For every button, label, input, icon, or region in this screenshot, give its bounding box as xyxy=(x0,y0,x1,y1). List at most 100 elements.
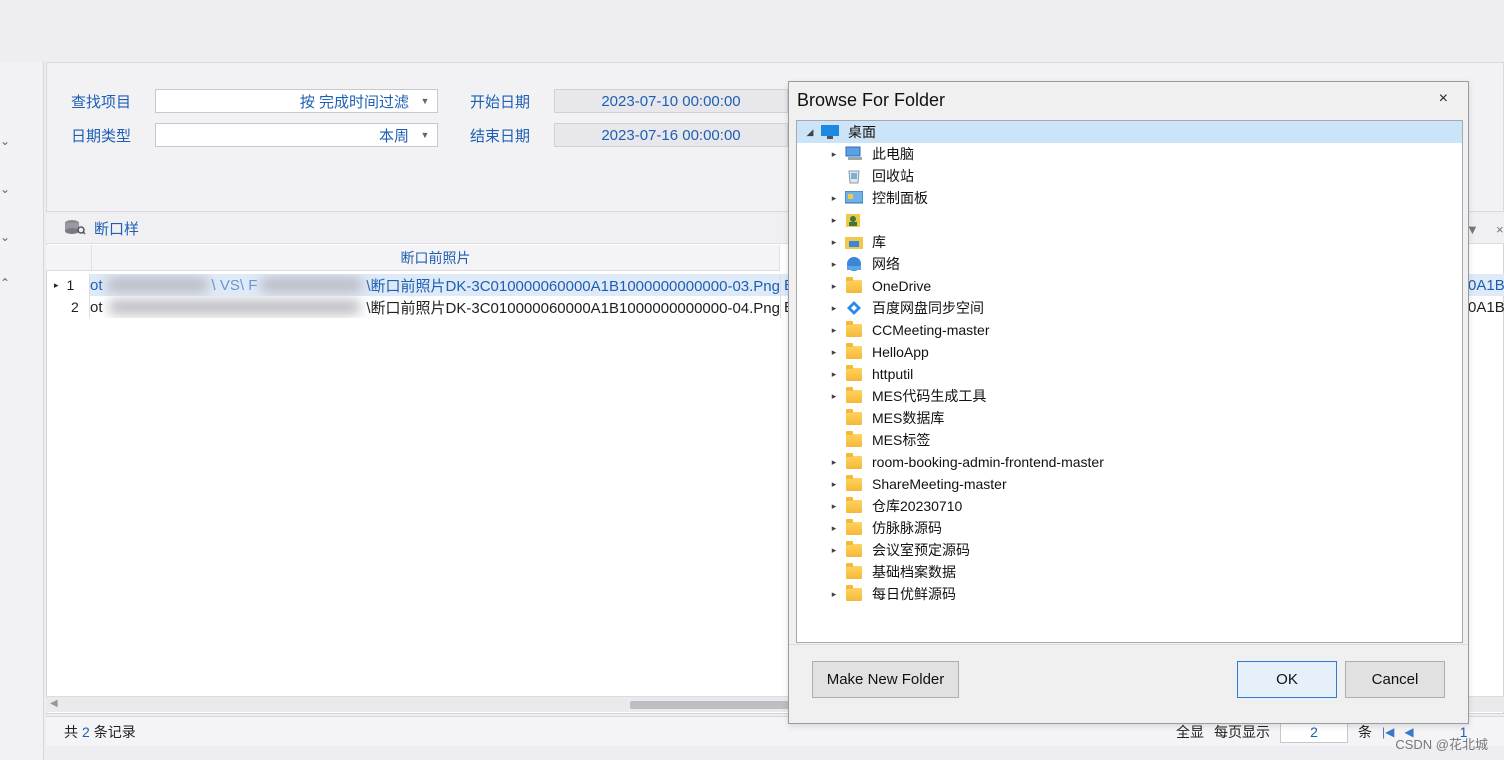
tree-item-label: ShareMeeting-master xyxy=(872,476,1007,492)
folder-icon xyxy=(845,430,863,448)
tree-item[interactable]: ▸ 库 xyxy=(797,231,1462,253)
tree-item[interactable]: ▸ 百度网盘同步空间 xyxy=(797,297,1462,319)
tree-item-label: 回收站 xyxy=(872,168,914,184)
control-panel-icon xyxy=(845,190,863,206)
tree-item[interactable]: ▸ 网络 xyxy=(797,253,1462,275)
tree-item[interactable]: ▸ room-booking-admin-frontend-master xyxy=(797,451,1462,473)
collapsed-chevron-icon[interactable]: ▸ xyxy=(829,303,839,314)
record-suffix: 条记录 xyxy=(93,723,136,740)
collapsed-chevron-icon[interactable]: ▸ xyxy=(829,369,839,380)
folder-icon xyxy=(845,518,863,536)
baidu-netdisk-icon xyxy=(845,300,863,316)
column-header-photo[interactable]: 断口前照片 xyxy=(92,245,780,271)
dialog-title: Browse For Folder xyxy=(797,90,946,110)
cancel-button[interactable]: Cancel xyxy=(1345,661,1445,698)
tree-item[interactable]: 基础档案数据 xyxy=(797,561,1462,583)
collapsed-chevron-icon[interactable]: ▸ xyxy=(829,259,839,270)
tree-item[interactable]: ▸ 仿脉脉源码 xyxy=(797,517,1462,539)
path-start: ot xyxy=(90,276,103,294)
folder-icon xyxy=(845,452,863,470)
tree-item[interactable]: ▸ HelloApp xyxy=(797,341,1462,363)
close-icon[interactable]: × xyxy=(1496,222,1504,237)
end-date-label: 结束日期 xyxy=(470,128,531,145)
scroll-left-icon[interactable]: ◀ xyxy=(50,698,58,709)
tree-item[interactable]: ▸ 会议室预定源码 xyxy=(797,539,1462,561)
tree-item[interactable]: ▸ 每日优鲜源码 xyxy=(797,583,1462,605)
path-mid: \ VS\ F xyxy=(211,276,258,294)
redacted-path xyxy=(108,300,361,314)
row-number: 1 xyxy=(66,277,75,293)
tree-item-label: room-booking-admin-frontend-master xyxy=(872,454,1104,470)
collapsed-chevron-icon[interactable]: ▸ xyxy=(829,479,839,490)
collapsed-chevron-icon[interactable]: ▸ xyxy=(829,325,839,336)
ok-button[interactable]: OK xyxy=(1237,661,1337,698)
desktop-icon xyxy=(821,124,839,140)
tree-item[interactable]: ▸ ShareMeeting-master xyxy=(797,473,1462,495)
collapsed-chevron-icon[interactable]: ▸ xyxy=(829,589,839,600)
collapsed-chevron-icon[interactable]: ▸ xyxy=(829,237,839,248)
folder-icon xyxy=(845,364,863,382)
dialog-separator xyxy=(789,644,1468,645)
collapsed-chevron-icon[interactable]: ▸ xyxy=(829,501,839,512)
collapsed-chevron-icon[interactable]: ▸ xyxy=(829,281,839,292)
next-column-cell: E xyxy=(780,274,788,296)
tree-item[interactable]: ▸ httputil xyxy=(797,363,1462,385)
tree-item-label: 控制面板 xyxy=(872,190,928,206)
tree-item-label: httputil xyxy=(872,366,914,382)
tree-item-label: MES标签 xyxy=(872,432,931,448)
left-nav-strip: ⌄ ⌄ ⌄ ⌃ xyxy=(0,62,44,760)
tree-item[interactable]: MES标签 xyxy=(797,429,1462,451)
collapsed-chevron-icon[interactable]: ▸ xyxy=(829,347,839,358)
database-icon xyxy=(64,219,86,238)
show-all-button[interactable]: 全显 xyxy=(1176,722,1204,742)
tree-item-label: CCMeeting-master xyxy=(872,322,990,338)
scrollbar-thumb[interactable] xyxy=(630,701,800,709)
tree-item-label: 库 xyxy=(872,234,886,250)
start-date-label: 开始日期 xyxy=(470,94,531,111)
make-new-folder-button[interactable]: Make New Folder xyxy=(812,661,959,698)
tree-item[interactable]: MES数据库 xyxy=(797,407,1462,429)
library-icon xyxy=(845,234,863,250)
chevron-down-icon[interactable]: ⌄ xyxy=(0,182,12,196)
tree-item[interactable]: ▸ xyxy=(797,209,1462,231)
collapsed-chevron-icon[interactable]: ▸ xyxy=(829,545,839,556)
tree-item[interactable]: 回收站 xyxy=(797,165,1462,187)
end-date-field[interactable]: 2023-07-16 00:00:00 xyxy=(554,123,788,147)
start-date-field[interactable]: 2023-07-10 00:00:00 xyxy=(554,89,788,113)
folder-tree[interactable]: ◢ 桌面 ▸ 此电脑 回收站 ▸ 控制面板 ▸ ▸ 库 ▸ 网络 ▸ OneDrive ▸ 百度网盘同步空间 ▸… xyxy=(796,120,1463,643)
redacted-path xyxy=(261,278,363,292)
network-icon xyxy=(845,256,863,272)
per-page-label: 每页显示 xyxy=(1214,724,1270,740)
photo-path-cell[interactable]: ot \ VS\ F \断口前照片DK-3C010000060000A1B100… xyxy=(90,274,780,296)
collapsed-chevron-icon[interactable]: ▸ xyxy=(829,391,839,402)
tree-item[interactable]: ▸ 此电脑 xyxy=(797,143,1462,165)
tree-item[interactable]: ▸ MES代码生成工具 xyxy=(797,385,1462,407)
tree-item[interactable]: ▸ 仓库20230710 xyxy=(797,495,1462,517)
chevron-down-icon[interactable]: ⌄ xyxy=(0,134,12,148)
chevron-down-icon[interactable]: ⌄ xyxy=(0,230,12,244)
tree-item[interactable]: ▸ OneDrive xyxy=(797,275,1462,297)
photo-path-cell[interactable]: ot \断口前照片DK-3C010000060000A1B10000000000… xyxy=(90,296,780,318)
tree-item[interactable]: ▸ 控制面板 xyxy=(797,187,1462,209)
collapsed-chevron-icon[interactable]: ▸ xyxy=(829,215,839,226)
tree-item[interactable]: ▸ CCMeeting-master xyxy=(797,319,1462,341)
search-item-select[interactable]: 按 完成时间过滤 ▼ xyxy=(155,89,438,113)
tree-item-label: OneDrive xyxy=(872,278,932,294)
close-icon[interactable]: × xyxy=(1439,90,1448,108)
tree-item[interactable]: ◢ 桌面 xyxy=(797,121,1462,143)
dropdown-arrow-icon[interactable]: ▼ xyxy=(419,130,431,140)
first-page-icon[interactable]: |◀ xyxy=(1382,725,1394,739)
folder-icon xyxy=(845,320,863,338)
chevron-up-icon[interactable]: ⌃ xyxy=(0,276,12,290)
tree-item-label: 网络 xyxy=(872,256,900,272)
collapsed-chevron-icon[interactable]: ▸ xyxy=(829,193,839,204)
collapsed-chevron-icon[interactable]: ▸ xyxy=(829,149,839,160)
folder-icon xyxy=(845,342,863,360)
per-page-input[interactable]: 2 xyxy=(1280,721,1348,743)
date-type-select[interactable]: 本周 ▼ xyxy=(155,123,438,147)
tree-item-label: MES数据库 xyxy=(872,410,945,426)
collapsed-chevron-icon[interactable]: ▸ xyxy=(829,523,839,534)
expanded-chevron-icon[interactable]: ◢ xyxy=(805,127,815,138)
collapsed-chevron-icon[interactable]: ▸ xyxy=(829,457,839,468)
dropdown-arrow-icon[interactable]: ▼ xyxy=(419,96,431,106)
